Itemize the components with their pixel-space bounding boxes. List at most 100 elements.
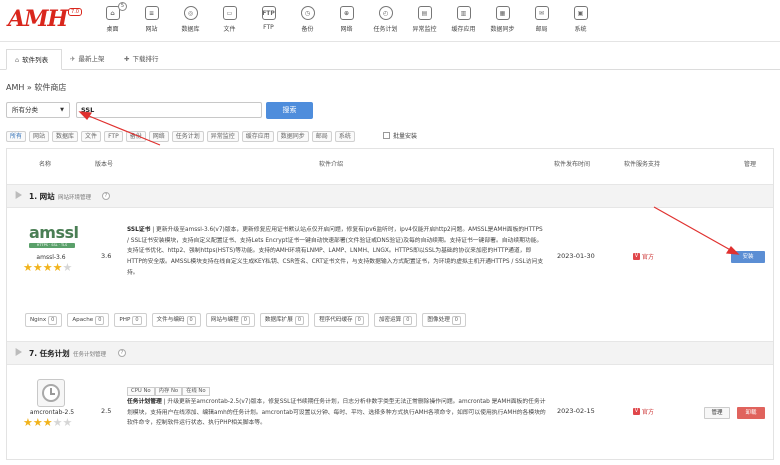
category-filter-0[interactable]: 所有 bbox=[6, 131, 27, 142]
category-select[interactable]: 所有分类 ▼ bbox=[6, 102, 70, 118]
module-chip-5[interactable]: 数据库扩展 0 bbox=[259, 313, 310, 327]
ftp-icon: FTP bbox=[261, 6, 276, 20]
vendor-badge: V 官方 bbox=[633, 407, 654, 416]
nav-label: 邮局 bbox=[535, 26, 548, 33]
category-filter-7[interactable]: 任务计划 bbox=[171, 131, 204, 142]
nav-item-2[interactable]: ◎ 数据库 bbox=[171, 3, 210, 39]
nav-item-1[interactable]: ≡ 网站 bbox=[132, 3, 171, 39]
search-input[interactable]: SSL bbox=[76, 102, 262, 118]
category-filter-1[interactable]: 网站 bbox=[29, 131, 50, 142]
category-filter-11[interactable]: 邮局 bbox=[311, 131, 332, 142]
app-desc-title: SSL证书 bbox=[127, 227, 151, 233]
section-subtitle: 网站环境管理 bbox=[58, 195, 92, 201]
nav-item-11[interactable]: ✉ 邮局 bbox=[522, 3, 561, 39]
nav-label: 备份 bbox=[301, 26, 314, 33]
section-title: 7. 任务计划 bbox=[29, 349, 70, 358]
module-chip-2[interactable]: PHP 0 bbox=[114, 313, 147, 327]
database-icon: ◎ bbox=[183, 6, 198, 20]
module-chip-3[interactable]: 文件与编码 0 bbox=[151, 313, 201, 327]
amh-logo[interactable]: AMH bbox=[8, 6, 68, 32]
module-chip-count: 0 bbox=[132, 316, 142, 325]
app-name: amssl-3.6 bbox=[36, 254, 66, 261]
nav-item-5[interactable]: ◷ 备份 bbox=[288, 3, 327, 39]
module-chip-6[interactable]: 程序代码缓存 0 bbox=[314, 313, 369, 327]
module-chip-label: 图像处理 bbox=[427, 317, 450, 323]
backup-icon: ◷ bbox=[300, 6, 315, 20]
nav-item-12[interactable]: ▣ 系统 bbox=[561, 3, 600, 39]
task-icon: ◴ bbox=[378, 6, 393, 20]
nav-label: 桌面 bbox=[106, 26, 119, 33]
module-chip-label: 加密运算 bbox=[378, 317, 402, 323]
module-chip-1[interactable]: Apache 0 bbox=[67, 313, 110, 327]
module-chip-label: 文件与编码 bbox=[156, 317, 185, 323]
help-icon[interactable]: ? bbox=[118, 349, 126, 357]
category-filter-9[interactable]: 缓存应用 bbox=[241, 131, 274, 142]
store-tabs: ⌂ 软件列表 ✈ 最新上架 ✚ 下载排行 bbox=[0, 46, 780, 70]
tab-download-rank[interactable]: ✚ 下载排行 bbox=[116, 49, 166, 70]
amssl-logo-bar: HTTPS · SSL · TLS bbox=[29, 243, 75, 248]
nav-item-3[interactable]: ▭ 文件 bbox=[210, 3, 249, 39]
nav-item-6[interactable]: ⊕ 网络 bbox=[327, 3, 366, 39]
module-chip-count: 0 bbox=[451, 316, 461, 325]
nav-item-4[interactable]: FTP FTP bbox=[249, 3, 288, 39]
batch-install-toggle[interactable]: 批量安装 bbox=[383, 131, 417, 140]
module-chip-count: 0 bbox=[240, 316, 250, 325]
section-title: 1. 网站 bbox=[29, 192, 55, 201]
tab-software-list[interactable]: ⌂ 软件列表 bbox=[6, 49, 62, 70]
new-icon: ✈ bbox=[70, 55, 76, 63]
module-chip-0[interactable]: Nginx 0 bbox=[25, 313, 63, 327]
module-chip-7[interactable]: 加密运算 0 bbox=[373, 313, 418, 327]
nav-item-8[interactable]: ▤ 异常监控 bbox=[405, 3, 444, 39]
category-filter-5[interactable]: 备份 bbox=[125, 131, 146, 142]
nav-item-7[interactable]: ◴ 任务计划 bbox=[366, 3, 405, 39]
rating-stars: ★★★★★ bbox=[23, 261, 72, 274]
tag-memory: 内存 No bbox=[154, 387, 183, 396]
release-date: 2023-02-15 bbox=[557, 407, 595, 415]
table-header: 名称 版本号 软件介绍 软件发布时间 软件服务支持 管理 bbox=[7, 149, 773, 177]
uninstall-button[interactable]: 卸载 bbox=[737, 407, 765, 419]
nav-item-10[interactable]: ▦ 数据同步 bbox=[483, 3, 522, 39]
module-category-chips: Nginx 0 Apache 0 PHP 0 文件与编码 0 网站与编程 0 数据库扩展 0 程序代码缓… bbox=[25, 313, 466, 327]
rating-stars: ★★★★★ bbox=[23, 416, 72, 429]
batch-install-checkbox[interactable] bbox=[383, 132, 390, 139]
nav-item-9[interactable]: ▥ 缓存应用 bbox=[444, 3, 483, 39]
app-desc-text: | 升级更新至amcrontab-2.5(v7)版本，修复SSL证书续期任务计划… bbox=[127, 399, 546, 427]
collapse-chevron-icon bbox=[15, 191, 22, 199]
category-filter-10[interactable]: 数据同步 bbox=[276, 131, 309, 142]
tab-label: 软件列表 bbox=[22, 56, 49, 64]
section-task[interactable]: 7. 任务计划 任务计划管理 ? bbox=[7, 341, 773, 365]
tab-new-arrivals[interactable]: ✈ 最新上架 bbox=[62, 49, 112, 70]
category-filter-8[interactable]: 异常监控 bbox=[206, 131, 239, 142]
search-button[interactable]: 搜索 bbox=[266, 102, 313, 119]
nav-label: 网站 bbox=[145, 26, 158, 33]
category-filter-2[interactable]: 数据库 bbox=[52, 131, 79, 142]
app-description: SSL证书 | 更新升级至amssl-3.6(v7)版本，更新修复应用证书默认站… bbox=[127, 225, 545, 279]
tag-online: 在线 No bbox=[182, 387, 210, 396]
collapse-chevron-icon bbox=[15, 348, 22, 356]
module-chip-4[interactable]: 网站与编程 0 bbox=[205, 313, 255, 327]
manage-button[interactable]: 管理 bbox=[704, 407, 730, 419]
app-version: 2.5 bbox=[101, 407, 112, 415]
module-chip-count: 0 bbox=[95, 316, 105, 325]
star-icon: ★ bbox=[23, 261, 33, 274]
col-support: 软件服务支持 bbox=[624, 161, 661, 168]
amssl-logo: amssl bbox=[29, 223, 79, 242]
caret-down-icon: ▼ bbox=[60, 107, 64, 113]
module-chip-8[interactable]: 图像处理 0 bbox=[422, 313, 466, 327]
nav-item-0[interactable]: ⌂ 5 桌面 bbox=[93, 2, 132, 39]
category-filter-4[interactable]: FTP bbox=[104, 131, 123, 142]
module-chip-count: 0 bbox=[294, 316, 305, 325]
help-icon[interactable]: ? bbox=[102, 192, 110, 200]
breadcrumb: AMH » 软件商店 bbox=[6, 83, 67, 92]
category-filter-12[interactable]: 系统 bbox=[334, 131, 355, 142]
tag-cpu: CPU No bbox=[127, 387, 155, 396]
star-empty-icon: ★ bbox=[62, 261, 73, 274]
category-filter-3[interactable]: 文件 bbox=[81, 131, 102, 142]
software-list: 名称 版本号 软件介绍 软件发布时间 软件服务支持 管理 1. 网站 网站环境管… bbox=[6, 148, 774, 460]
install-button[interactable]: 安装 bbox=[731, 251, 765, 263]
section-subtitle: 任务计划管理 bbox=[73, 352, 107, 358]
category-filter-6[interactable]: 网络 bbox=[148, 131, 169, 142]
rank-icon: ✚ bbox=[124, 55, 130, 63]
release-date: 2023-01-30 bbox=[557, 252, 595, 260]
section-website[interactable]: 1. 网站 网站环境管理 ? bbox=[7, 184, 773, 208]
